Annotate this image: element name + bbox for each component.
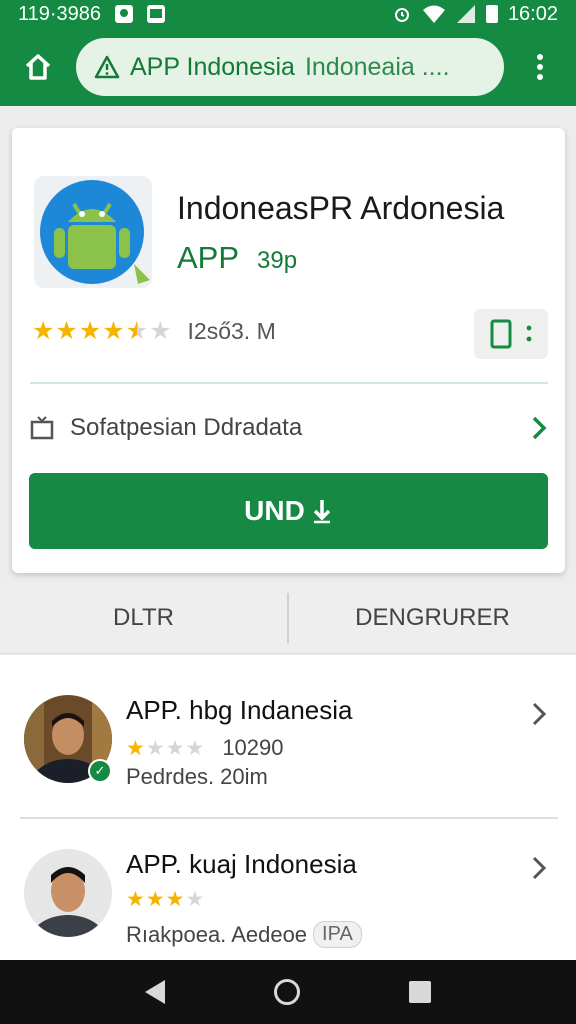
person-avatar-icon [24, 849, 112, 937]
url-title: APP Indonesia [130, 52, 295, 81]
app-size: 39p [257, 247, 298, 274]
star-empty-icon: ★ [149, 317, 172, 345]
tab-bar: DLTR DENGRURER [0, 582, 576, 654]
app-name: IndoneasPR Ardonesia [177, 190, 505, 226]
home-button[interactable] [0, 28, 76, 106]
star-icon: ★ [32, 317, 55, 345]
signal-icon [456, 5, 475, 23]
info-label: Sofatpesian Ddradata [70, 414, 303, 441]
back-icon[interactable] [144, 980, 165, 1004]
recents-icon[interactable] [409, 981, 432, 1003]
list-item[interactable]: APP. kuaj Indonesia ★ ★ ★ ★ Rıakpoea. Ae… [0, 817, 576, 967]
star-icon: ★ [126, 736, 145, 760]
results-list: ✓ APP. hbg Indanesia ★ ★ ★ ★ 10290 Pedrd… [0, 655, 576, 960]
download-icon [313, 500, 331, 524]
star-empty-icon: ★ [165, 736, 185, 760]
app-bar: APP Indonesia Indoneaia .... [0, 28, 576, 106]
star-icon: ★ [126, 888, 145, 911]
item-count: 10290 [222, 735, 284, 760]
item-title: APP. hbg Indanesia [126, 695, 353, 725]
status-time-left: 119·3986 [18, 2, 102, 25]
item-badge: IPA [313, 921, 362, 948]
item-title: APP. kuaj Indonesia [126, 849, 357, 879]
rating-stars: ★ ★ ★ ★ ★ ★ [32, 319, 172, 344]
status-bar: 119·3986 16:02 [0, 0, 576, 28]
divider [30, 382, 548, 384]
rating-stars: ★ ★ ★ ★ [126, 738, 204, 759]
tab-dengrurer[interactable]: DENGRURER [289, 582, 576, 654]
review-count: I2ső3. M [187, 318, 276, 344]
status-time-right: 16:02 [507, 2, 558, 25]
item-subtitle-text: Rıakpoea. Aedeoe [126, 921, 308, 947]
phone-icon [490, 319, 512, 349]
star-icon: ★ [145, 888, 165, 911]
tab-dltr[interactable]: DLTR [0, 582, 287, 654]
app-icon [34, 176, 152, 288]
install-button[interactable]: UND [29, 473, 548, 549]
star-icon: ★ [55, 317, 78, 345]
more-vert-icon [537, 54, 543, 80]
item-subtitle: Pedrdes. 20im [126, 764, 268, 789]
avatar [24, 849, 112, 937]
battery-icon [485, 5, 498, 23]
install-label: UND [244, 495, 305, 526]
avatar: ✓ [24, 695, 112, 783]
star-empty-icon: ★ [185, 736, 205, 760]
android-logo-icon [40, 180, 150, 284]
item-subtitle: Rıakpoea. Aedeoe IPA [126, 921, 362, 948]
url-bar[interactable]: APP Indonesia Indoneaia .... [76, 38, 504, 96]
chevron-right-icon [532, 702, 547, 726]
app-category: APP [177, 240, 240, 275]
app-details-card: IndoneasPR Ardonesia APP 39p ★ ★ ★ ★ ★ ★… [12, 128, 565, 573]
device-options-button[interactable] [474, 309, 548, 359]
image-notification-icon [147, 5, 166, 23]
chevron-right-icon [532, 416, 547, 440]
system-nav-bar [0, 960, 576, 1024]
tv-icon [30, 416, 54, 440]
overflow-menu-button[interactable] [504, 28, 576, 106]
item-rating: ★ ★ ★ ★ [126, 889, 204, 910]
item-rating: ★ ★ ★ ★ 10290 [126, 735, 284, 761]
rating-stars: ★ ★ ★ ★ [126, 889, 204, 910]
home-circle-icon[interactable] [273, 979, 300, 1005]
star-half-icon: ★ [125, 317, 149, 345]
notification-icon [115, 5, 134, 23]
info-row[interactable]: Sofatpesian Ddradata [30, 404, 548, 452]
wifi-icon [422, 5, 445, 23]
star-icon: ★ [165, 888, 185, 911]
more-vert-icon [526, 325, 532, 342]
verified-badge-icon: ✓ [88, 759, 112, 783]
star-empty-icon: ★ [145, 736, 165, 760]
app-subtitle: APP 39p [177, 240, 297, 276]
list-item[interactable]: ✓ APP. hbg Indanesia ★ ★ ★ ★ 10290 Pedrd… [0, 655, 576, 805]
warning-icon [94, 55, 120, 79]
home-icon [25, 54, 51, 80]
url-subtitle: Indoneaia .... [304, 52, 450, 81]
star-icon: ★ [78, 317, 102, 345]
alarm-icon [394, 8, 409, 22]
rating-row: ★ ★ ★ ★ ★ ★ I2ső3. M [32, 318, 276, 345]
chevron-right-icon [532, 856, 547, 880]
star-empty-icon: ★ [185, 888, 205, 911]
star-icon: ★ [102, 317, 125, 345]
